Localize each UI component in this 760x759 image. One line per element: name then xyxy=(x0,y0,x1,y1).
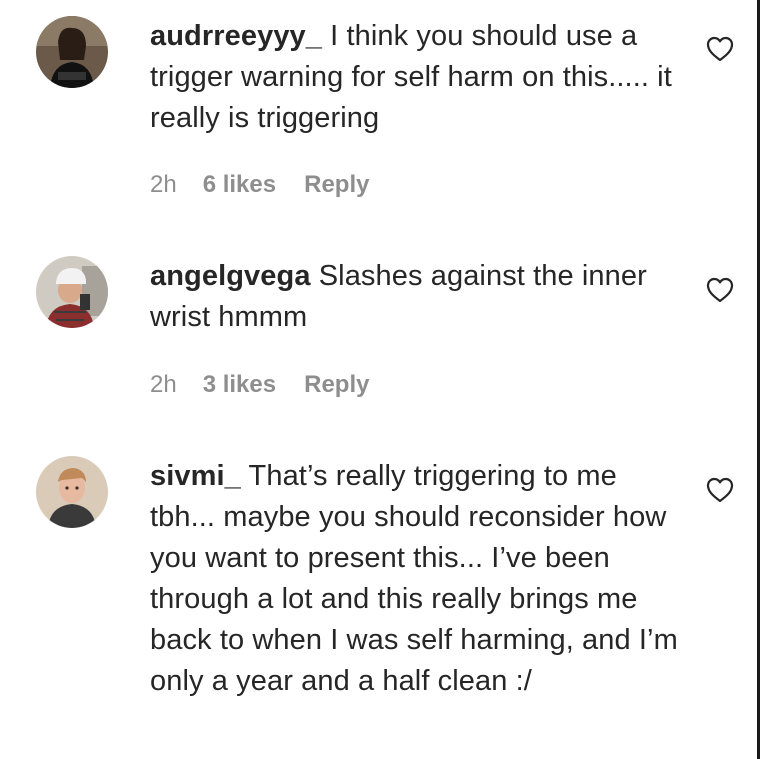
avatar[interactable] xyxy=(36,456,108,528)
user-avatar-icon xyxy=(36,456,108,528)
comment-likes[interactable]: 3 likes xyxy=(203,371,276,398)
comment-meta: 2h 3 likes Reply xyxy=(150,370,369,400)
comment-time: 2h xyxy=(150,171,177,198)
comment-text: angelgvega Slashes against the inner wri… xyxy=(150,256,690,338)
like-button[interactable] xyxy=(706,36,734,62)
like-button[interactable] xyxy=(706,277,734,303)
reply-button[interactable]: Reply xyxy=(304,171,369,198)
avatar[interactable] xyxy=(36,256,108,328)
comment-body: That’s really triggering to me tbh... ma… xyxy=(150,460,678,697)
avatar[interactable] xyxy=(36,16,108,88)
comment-meta: 2h 6 likes Reply xyxy=(150,170,369,200)
user-avatar-icon xyxy=(36,16,108,88)
heart-outline-icon xyxy=(706,477,734,503)
comment-username[interactable]: sivmi_ xyxy=(150,460,241,492)
comment-text: sivmi_ That’s really triggering to me tb… xyxy=(150,456,690,702)
like-button[interactable] xyxy=(706,477,734,503)
comment-text: audrreeyyy_ I think you should use a tri… xyxy=(150,16,690,139)
comment-likes[interactable]: 6 likes xyxy=(203,171,276,198)
heart-outline-icon xyxy=(706,36,734,62)
comment-time: 2h xyxy=(150,371,177,398)
heart-outline-icon xyxy=(706,277,734,303)
comment-username[interactable]: audrreeyyy_ xyxy=(150,20,322,52)
user-avatar-icon xyxy=(36,256,108,328)
reply-button[interactable]: Reply xyxy=(304,371,369,398)
comment-username[interactable]: angelgvega xyxy=(150,260,311,292)
